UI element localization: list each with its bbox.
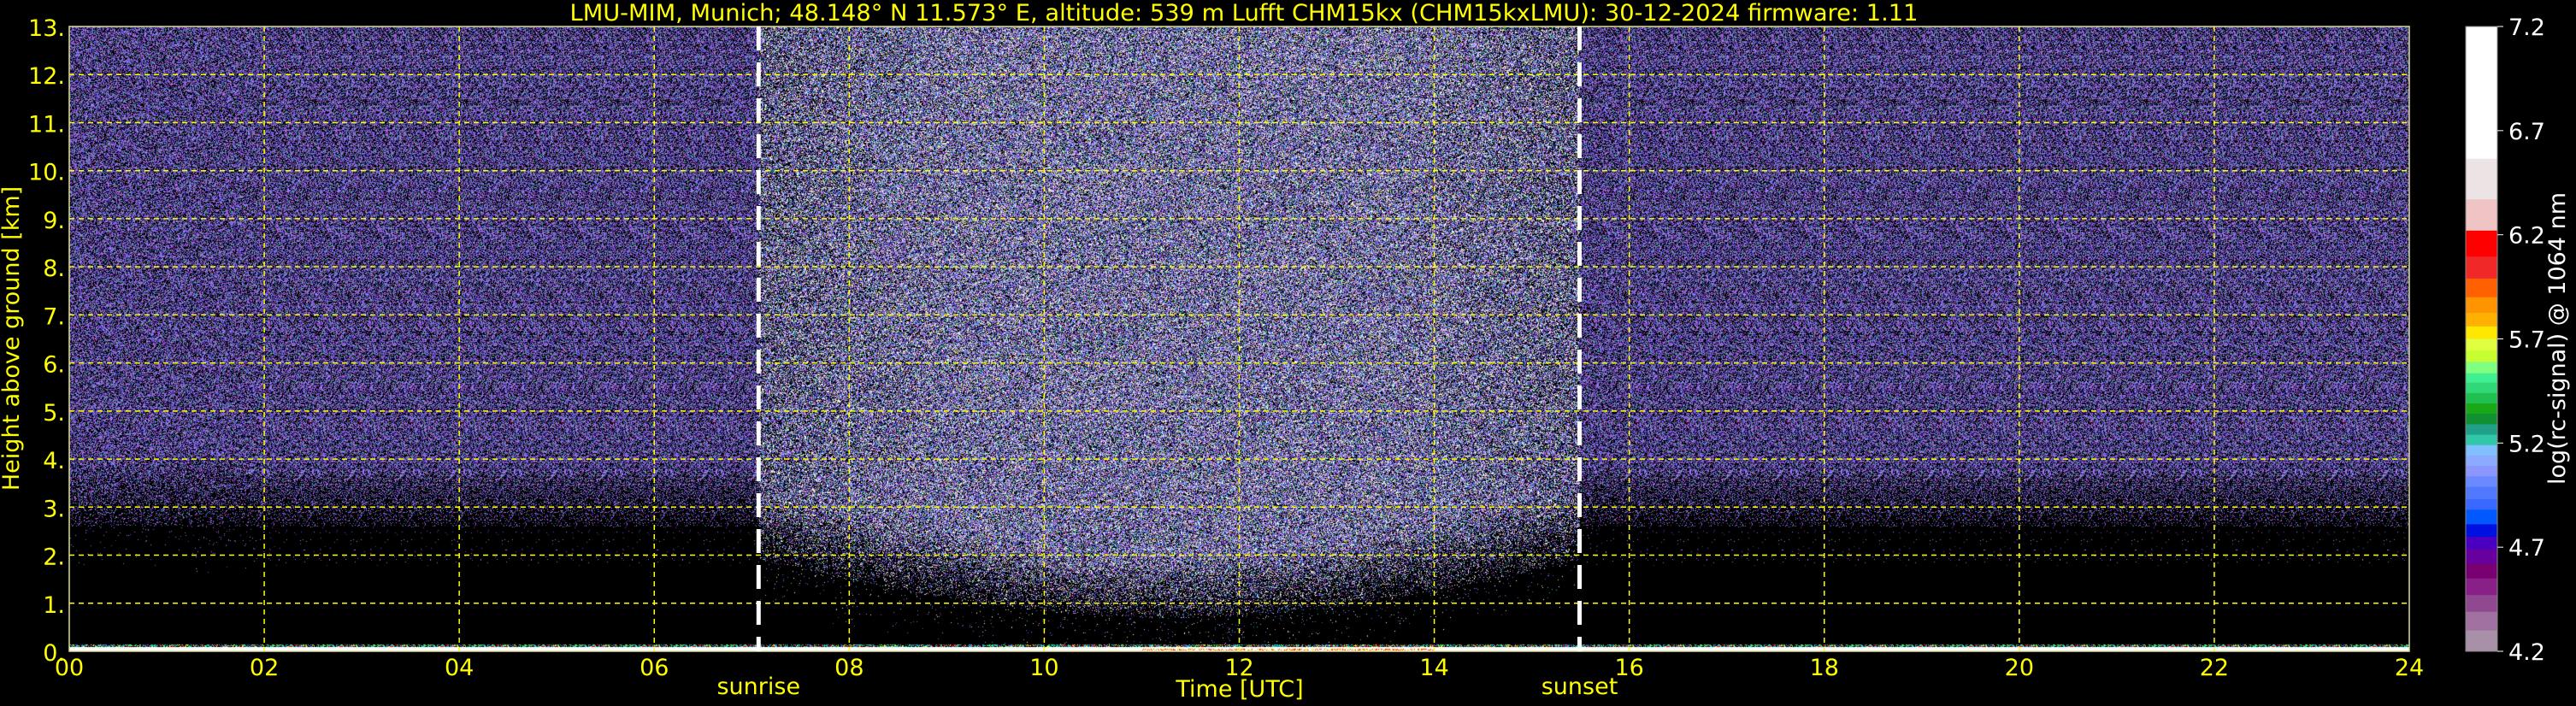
sunset-label: sunset bbox=[1541, 674, 1618, 700]
colorbar-band bbox=[2466, 509, 2497, 525]
colorbar-label: log(rc-signal) @ 1064 nm bbox=[2544, 192, 2571, 485]
colorbar-band bbox=[2466, 297, 2497, 314]
colorbar-tick-label: 7.2 bbox=[2508, 15, 2545, 41]
colorbar-band bbox=[2466, 444, 2497, 456]
y-tick-label: 4. bbox=[43, 448, 65, 474]
colorbar-band bbox=[2466, 256, 2497, 279]
y-tick-label: 2. bbox=[43, 544, 65, 571]
colorbar-band bbox=[2466, 313, 2497, 327]
chart-title: LMU-MIM, Munich; 48.148° N 11.573° E, al… bbox=[570, 0, 1919, 26]
colorbar-band bbox=[2466, 595, 2497, 613]
colorbar-band bbox=[2466, 392, 2497, 404]
colorbar-band bbox=[2466, 278, 2497, 298]
colorbar-band bbox=[2466, 524, 2497, 538]
x-tick-label: 06 bbox=[640, 655, 669, 681]
colorbar-tick-label: 6.2 bbox=[2508, 223, 2545, 250]
colorbar-tick-label: 4.2 bbox=[2508, 639, 2545, 666]
colorbar-band bbox=[2466, 630, 2497, 652]
x-axis-label: Time [UTC] bbox=[1175, 676, 1303, 703]
x-tick-label: 02 bbox=[250, 655, 279, 681]
x-tick-label: 00 bbox=[55, 655, 84, 681]
y-tick-label: 13. bbox=[28, 15, 65, 42]
colorbar-band bbox=[2466, 466, 2497, 477]
y-tick-label: 5. bbox=[43, 400, 65, 427]
x-tick-label: 18 bbox=[1810, 655, 1839, 681]
grid bbox=[69, 26, 2409, 651]
y-tick-label: 12. bbox=[28, 63, 65, 90]
y-tick-label: 6. bbox=[43, 352, 65, 379]
y-tick-label: 7. bbox=[43, 303, 65, 330]
x-tick-label: 22 bbox=[2200, 655, 2229, 681]
colorbar-band bbox=[2466, 373, 2497, 384]
colorbar-band bbox=[2466, 362, 2497, 374]
colorbar-band bbox=[2466, 578, 2497, 596]
y-axis-ticks: 0.1.2.3.4.5.6.7.8.9.10.11.12.13. bbox=[28, 15, 65, 667]
colorbar-tick-label: 4.7 bbox=[2508, 535, 2545, 562]
colorbar-band bbox=[2466, 230, 2497, 257]
colorbar-band bbox=[2466, 26, 2497, 160]
y-axis-label: Height above ground [km] bbox=[0, 186, 25, 491]
x-tick-label: 16 bbox=[1614, 655, 1643, 681]
colorbar-tick-label: 6.7 bbox=[2508, 119, 2545, 145]
y-tick-label: 10. bbox=[28, 160, 65, 186]
colorbar: 4.2 4.7 5.2 5.7 6.2 6.7 7.2 bbox=[2465, 15, 2545, 666]
colorbar-band bbox=[2466, 486, 2497, 500]
colorbar-band bbox=[2466, 424, 2497, 436]
colorbar-band bbox=[2466, 382, 2497, 394]
x-tick-label: 08 bbox=[834, 655, 864, 681]
colorbar-band bbox=[2466, 563, 2497, 580]
colorbar-band bbox=[2466, 549, 2497, 565]
colorbar-band bbox=[2466, 158, 2497, 200]
y-tick-label: 3. bbox=[43, 496, 65, 522]
colorbar-band bbox=[2466, 499, 2497, 510]
ceilometer-plot: LMU-MIM, Munich; 48.148° N 11.573° E, al… bbox=[0, 0, 2576, 706]
sunrise-label: sunrise bbox=[716, 674, 800, 700]
colorbar-band bbox=[2466, 434, 2497, 446]
y-tick-label: 1. bbox=[43, 592, 65, 619]
colorbar-band bbox=[2466, 350, 2497, 362]
colorbar-band bbox=[2466, 414, 2497, 425]
colorbar-tick-label: 5.7 bbox=[2508, 327, 2545, 354]
y-tick-label: 11. bbox=[28, 111, 65, 138]
colorbar-band bbox=[2466, 199, 2497, 232]
x-tick-label: 10 bbox=[1029, 655, 1058, 681]
x-tick-label: 20 bbox=[2005, 655, 2034, 681]
chart-overlay: LMU-MIM, Munich; 48.148° N 11.573° E, al… bbox=[0, 0, 2571, 703]
colorbar-band bbox=[2466, 476, 2497, 488]
colorbar-band bbox=[2466, 338, 2497, 351]
colorbar-band bbox=[2466, 611, 2497, 632]
y-tick-label: 9. bbox=[43, 208, 65, 234]
x-tick-label: 14 bbox=[1419, 655, 1448, 681]
colorbar-band bbox=[2466, 403, 2497, 415]
x-tick-label: 24 bbox=[2395, 655, 2424, 681]
colorbar-band bbox=[2466, 455, 2497, 467]
colorbar-tick-label: 5.2 bbox=[2508, 431, 2545, 457]
x-tick-label: 04 bbox=[445, 655, 474, 681]
colorbar-band bbox=[2466, 536, 2497, 550]
y-tick-label: 8. bbox=[43, 256, 65, 282]
colorbar-band bbox=[2466, 326, 2497, 339]
